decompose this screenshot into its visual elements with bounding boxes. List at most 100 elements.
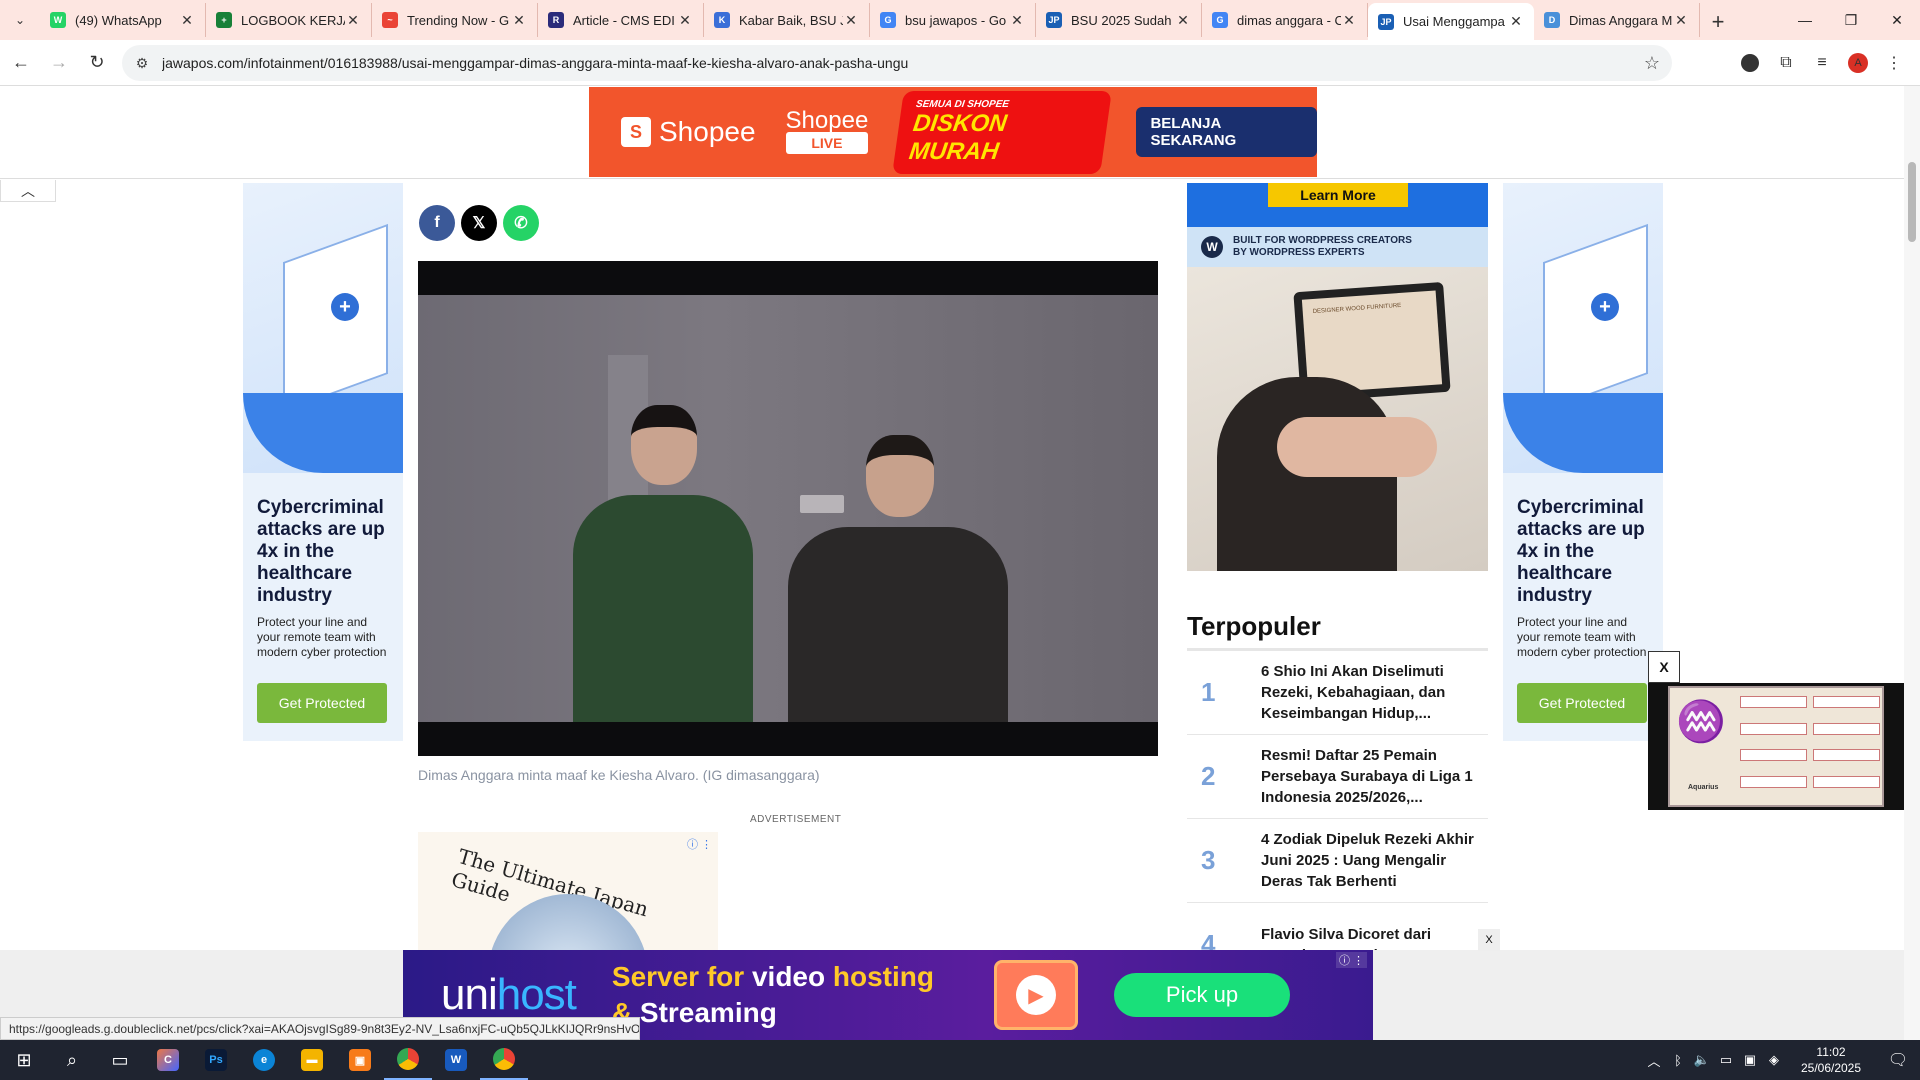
chrome-profile-button[interactable] xyxy=(480,1040,528,1080)
close-window-button[interactable]: ✕ xyxy=(1874,0,1920,40)
browser-tab[interactable]: W (49) WhatsApp ✕ xyxy=(40,3,206,37)
task-view-button[interactable]: ▭ xyxy=(96,1040,144,1080)
close-tab-icon[interactable]: ✕ xyxy=(345,12,361,29)
article-video[interactable] xyxy=(418,261,1158,756)
bookmark-star-icon[interactable]: ☆ xyxy=(1632,53,1672,74)
browser-tab[interactable]: JP BSU 2025 Sudah C ✕ xyxy=(1036,3,1202,37)
popular-title[interactable]: 6 Shio Ini Akan Diselimuti Rezeki, Kebah… xyxy=(1261,661,1488,724)
chrome-button[interactable] xyxy=(384,1040,432,1080)
edge-button[interactable]: e xyxy=(240,1040,288,1080)
browser-tab[interactable]: D Dimas Anggara M ✕ xyxy=(1534,3,1700,37)
bluetooth-icon[interactable]: ᛒ xyxy=(1666,1053,1690,1068)
play-video-icon[interactable]: ▶ xyxy=(993,960,1078,1030)
close-tab-icon[interactable]: ✕ xyxy=(1175,12,1191,29)
floating-video-player[interactable]: ♒ Aquarius xyxy=(1648,683,1904,810)
sidebar: Learn More W BUILT FOR WORDPRESS CREATOR… xyxy=(1187,183,1488,987)
popular-item[interactable]: 2 Resmi! Daftar 25 Pemain Persebaya Surab… xyxy=(1187,735,1488,819)
security-icon[interactable]: ◈ xyxy=(1762,1052,1786,1068)
live-top-text: Shopee xyxy=(785,107,869,134)
browser-tab[interactable]: R Article - CMS EDI ✕ xyxy=(538,3,704,37)
popular-item[interactable]: 3 4 Zodiak Dipeluk Rezeki Akhir Juni 2025… xyxy=(1187,819,1488,903)
notification-icon[interactable]: 🗨 xyxy=(1876,1050,1920,1070)
photoshop-button[interactable]: Ps xyxy=(192,1040,240,1080)
volume-icon[interactable]: 🔈 xyxy=(1690,1052,1714,1068)
display-icon[interactable]: ▣ xyxy=(1738,1052,1762,1068)
japan-guide-ad[interactable]: The Ultimate Japan Guide ⓘ ⋮ xyxy=(418,832,718,952)
search-button[interactable]: ⌕ xyxy=(48,1040,96,1080)
close-tab-icon[interactable]: ✕ xyxy=(1341,12,1357,29)
tab-favicon-icon: R xyxy=(548,12,564,28)
close-tab-icon[interactable]: ✕ xyxy=(179,12,195,29)
pick-up-button[interactable]: Pick up xyxy=(1113,973,1290,1017)
wordpress-ad[interactable]: Learn More W BUILT FOR WORDPRESS CREATOR… xyxy=(1187,183,1488,571)
network-icon[interactable]: ▭ xyxy=(1714,1052,1738,1068)
start-button[interactable]: ⊞ xyxy=(0,1040,48,1080)
close-tab-icon[interactable]: ✕ xyxy=(843,12,859,29)
facebook-share-icon[interactable]: f xyxy=(419,205,455,241)
float-sign-text: Aquarius xyxy=(1688,784,1719,791)
shopee-banner-ad[interactable]: S Shopee Shopee LIVE SEMUA DI SHOPEE DIS… xyxy=(589,87,1317,177)
clock[interactable]: 11:02 25/06/2025 xyxy=(1786,1044,1876,1076)
tab-favicon-icon: JP xyxy=(1378,13,1394,30)
extension-k-icon[interactable]: K xyxy=(1741,54,1759,72)
file-explorer-button[interactable]: ▬ xyxy=(288,1040,336,1080)
restore-button[interactable]: ❐ xyxy=(1828,0,1874,40)
word-button[interactable]: W xyxy=(432,1040,480,1080)
new-tab-button[interactable]: + xyxy=(1700,4,1736,40)
url-text[interactable]: jawapos.com/infotainment/016183988/usai-… xyxy=(162,55,1632,71)
windows-logo-icon: ⊞ xyxy=(16,1049,32,1070)
site-info-icon[interactable]: ⚙ xyxy=(122,55,162,72)
close-tab-icon[interactable]: ✕ xyxy=(1508,13,1524,30)
reload-button[interactable]: ↻ xyxy=(80,46,114,80)
tab-search-button[interactable]: ⌄ xyxy=(0,0,40,40)
profile-avatar[interactable]: A xyxy=(1848,53,1868,73)
close-tab-icon[interactable]: ✕ xyxy=(1673,12,1689,29)
collapse-header-button[interactable]: ︿ xyxy=(0,180,56,202)
browser-tab[interactable]: Gbsu jawapos - Go ✕ xyxy=(870,3,1036,37)
ad-choices-icon[interactable]: ⓘ ⋮ xyxy=(1335,952,1367,968)
word-icon: W xyxy=(445,1049,467,1071)
tab-favicon-icon: D xyxy=(1544,12,1560,28)
extensions-puzzle-icon[interactable]: ⧉ xyxy=(1768,45,1804,81)
x-share-icon[interactable]: 𝕏 xyxy=(461,205,497,241)
get-protected-button[interactable]: Get Protected xyxy=(257,683,387,723)
address-bar[interactable]: ⚙ jawapos.com/infotainment/016183988/usa… xyxy=(122,45,1672,81)
right-side-ad[interactable]: + Cybercriminal attacks are up 4x in the… xyxy=(1503,183,1663,741)
tab-favicon-icon: G xyxy=(880,12,896,28)
menu-dots-icon[interactable]: ⋮ xyxy=(1876,45,1912,81)
learn-more-button[interactable]: Learn More xyxy=(1268,183,1408,207)
ad-info-icon[interactable]: ⓘ ⋮ xyxy=(687,836,712,852)
tab-title: Kabar Baik, BSU J xyxy=(739,12,843,28)
popular-title[interactable]: Resmi! Daftar 25 Pemain Persebaya Suraba… xyxy=(1261,745,1488,808)
popular-title[interactable]: 4 Zodiak Dipeluk Rezeki Akhir Juni 2025 … xyxy=(1261,829,1488,892)
browser-tab[interactable]: K Kabar Baik, BSU J ✕ xyxy=(704,3,870,37)
app-orange-button[interactable]: ▣ xyxy=(336,1040,384,1080)
page-scrollbar[interactable] xyxy=(1904,86,1920,1040)
close-bottom-ad-button[interactable]: X xyxy=(1478,929,1500,951)
tab-title: Trending Now - G xyxy=(407,12,510,28)
chevron-up-icon[interactable]: ︿ xyxy=(1642,1051,1666,1070)
close-floating-video-button[interactable]: X xyxy=(1648,651,1680,683)
whatsapp-share-icon[interactable]: ✆ xyxy=(503,205,539,241)
browser-tab[interactable]: Gdimas anggara - C ✕ xyxy=(1202,3,1368,37)
close-tab-icon[interactable]: ✕ xyxy=(511,12,527,29)
browser-toolbar: ← → ↻ ⚙ jawapos.com/infotainment/0161839… xyxy=(0,40,1920,86)
back-button[interactable]: ← xyxy=(4,46,38,80)
wp-tag-text: BUILT FOR WORDPRESS CREATORS BY WORDPRES… xyxy=(1233,235,1412,258)
minimize-button[interactable]: — xyxy=(1782,0,1828,40)
tab-strip: ⌄ W (49) WhatsApp ✕ + LOGBOOK KERJA ✕ ~ Trendin… xyxy=(0,0,1920,40)
scrollbar-thumb[interactable] xyxy=(1908,162,1916,242)
left-side-ad[interactable]: + Cybercriminal attacks are up 4x in the… xyxy=(243,183,403,741)
browser-tab[interactable]: + LOGBOOK KERJA ✕ xyxy=(206,3,372,37)
advertisement-label: ADVERTISEMENT xyxy=(750,814,842,825)
forward-button[interactable]: → xyxy=(42,46,76,80)
browser-tab[interactable]: ~ Trending Now - G ✕ xyxy=(372,3,538,37)
close-tab-icon[interactable]: ✕ xyxy=(677,12,693,29)
copilot-button[interactable]: C xyxy=(144,1040,192,1080)
belanja-button[interactable]: BELANJA SEKARANG xyxy=(1136,107,1317,157)
browser-tab[interactable]: JP Usai Menggampa ✕ xyxy=(1368,3,1534,40)
popular-item[interactable]: 1 6 Shio Ini Akan Diselimuti Rezeki, Keba… xyxy=(1187,651,1488,735)
media-control-icon[interactable]: ≡ xyxy=(1804,45,1840,81)
close-tab-icon[interactable]: ✕ xyxy=(1009,12,1025,29)
get-protected-button[interactable]: Get Protected xyxy=(1517,683,1647,723)
